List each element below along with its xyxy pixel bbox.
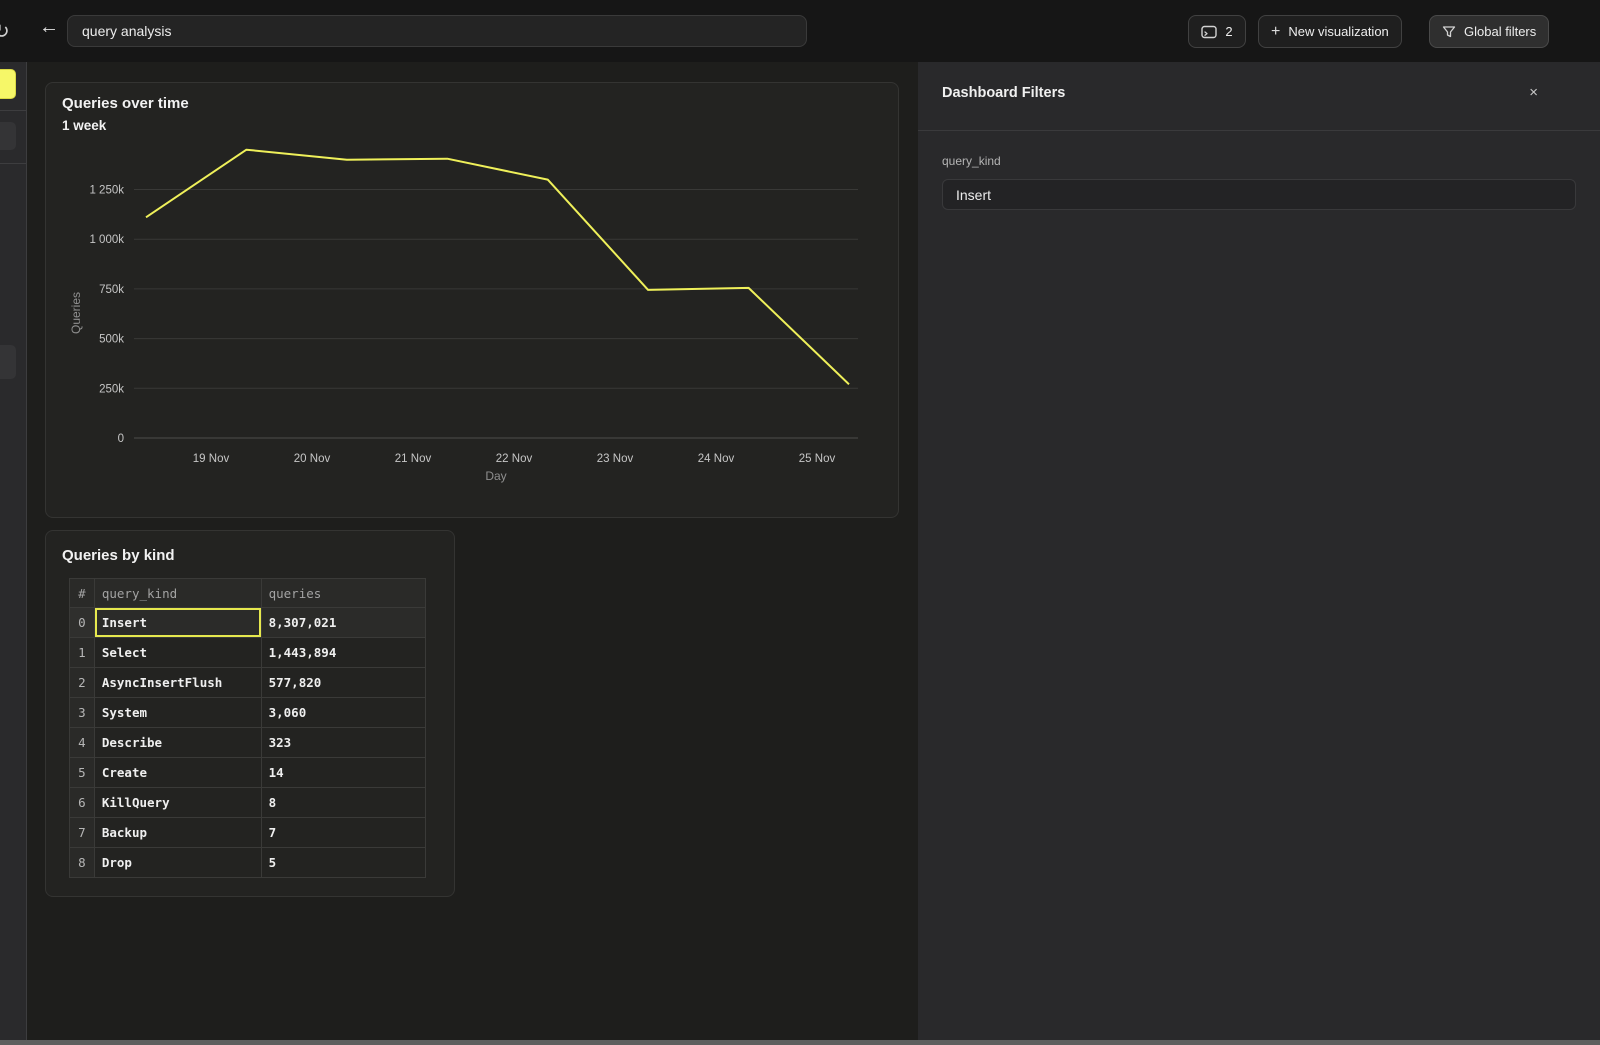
new-visualization-label: New visualization: [1288, 24, 1388, 39]
table-row[interactable]: 1Select1,443,894: [70, 638, 426, 668]
tab-count-label: 2: [1225, 24, 1232, 39]
row-index-cell: 1: [70, 638, 95, 668]
row-index-cell: 0: [70, 608, 95, 638]
dashboard-title-input[interactable]: [67, 15, 807, 47]
chart-title: Queries over time: [62, 95, 189, 112]
table-row[interactable]: 6KillQuery8: [70, 788, 426, 818]
queries-value-cell[interactable]: 1,443,894: [261, 638, 425, 668]
row-index-cell: 4: [70, 728, 95, 758]
y-tick-label: 0: [118, 433, 124, 445]
row-index-cell: 5: [70, 758, 95, 788]
x-tick-label: 24 Nov: [698, 453, 735, 465]
table-title: Queries by kind: [62, 547, 175, 564]
dashboards-sidebar: [0, 62, 27, 1045]
sidebar-divider: [0, 163, 27, 164]
sidebar-item[interactable]: [0, 345, 16, 379]
y-tick-label: 500k: [99, 334, 124, 346]
global-filters-button[interactable]: Global filters: [1429, 15, 1549, 48]
x-tick-label: 19 Nov: [193, 453, 230, 465]
row-index-cell: 6: [70, 788, 95, 818]
row-index-cell: 3: [70, 698, 95, 728]
panel-title: Dashboard Filters: [942, 85, 1065, 101]
x-tick-label: 23 Nov: [597, 453, 634, 465]
new-visualization-button[interactable]: + New visualization: [1258, 15, 1402, 48]
table-row[interactable]: 3System3,060: [70, 698, 426, 728]
sidebar-item-active[interactable]: [0, 69, 16, 99]
table-row[interactable]: 5Create14: [70, 758, 426, 788]
filter-funnel-icon: [1442, 25, 1456, 39]
y-tick-label: 1 250k: [89, 185, 124, 197]
x-tick-label: 25 Nov: [799, 453, 836, 465]
query-kind-cell[interactable]: AsyncInsertFlush: [94, 668, 261, 698]
queries-value-cell[interactable]: 323: [261, 728, 425, 758]
table-body: 0Insert8,307,0211Select1,443,8942AsyncIn…: [70, 608, 426, 878]
chart-subtitle: 1 week: [62, 118, 106, 133]
close-icon[interactable]: ×: [1529, 84, 1538, 101]
console-icon: [1201, 25, 1217, 39]
x-axis-title: Day: [485, 469, 506, 483]
column-header[interactable]: #: [70, 579, 95, 608]
y-tick-label: 250k: [99, 383, 124, 395]
queries-by-kind-card: Queries by kind #query_kindqueries 0Inse…: [45, 530, 455, 897]
queries-value-cell[interactable]: 14: [261, 758, 425, 788]
table-row[interactable]: 2AsyncInsertFlush577,820: [70, 668, 426, 698]
row-index-cell: 8: [70, 848, 95, 878]
queries-value-cell[interactable]: 8: [261, 788, 425, 818]
queries-over-time-chart[interactable]: 0 250k 500k 750k 1 000k 1 250k 19 Nov 20 Nov 21 …: [46, 83, 900, 519]
queries-by-kind-table: #query_kindqueries 0Insert8,307,0211Sele…: [69, 578, 426, 878]
history-icon[interactable]: ↻: [0, 19, 10, 44]
query-kind-cell[interactable]: Create: [94, 758, 261, 788]
global-filters-label: Global filters: [1464, 24, 1536, 39]
queries-value-cell[interactable]: 3,060: [261, 698, 425, 728]
y-axis-title: Queries: [69, 292, 83, 334]
column-header[interactable]: query_kind: [94, 579, 261, 608]
sidebar-divider: [0, 110, 27, 111]
query-kind-filter-input[interactable]: [942, 179, 1576, 210]
query-kind-cell[interactable]: Backup: [94, 818, 261, 848]
bottom-window-edge: [0, 1040, 1600, 1045]
query-tabs-button[interactable]: 2: [1188, 15, 1246, 48]
column-header[interactable]: queries: [261, 579, 425, 608]
y-tick-label: 750k: [99, 284, 124, 296]
table-header-row: #query_kindqueries: [70, 579, 426, 608]
table-row[interactable]: 7Backup7: [70, 818, 426, 848]
query-kind-cell[interactable]: Drop: [94, 848, 261, 878]
queries-value-cell[interactable]: 7: [261, 818, 425, 848]
queries-over-time-card: 0 250k 500k 750k 1 000k 1 250k 19 Nov 20 Nov 21 …: [45, 82, 899, 518]
panel-divider: [918, 130, 1600, 131]
back-arrow-icon[interactable]: ←: [39, 16, 59, 39]
y-tick-label: 1 000k: [89, 234, 124, 246]
dashboard-filters-panel: Dashboard Filters × query_kind: [918, 62, 1600, 1045]
query-kind-cell[interactable]: Insert: [94, 608, 261, 638]
x-tick-label: 22 Nov: [496, 453, 533, 465]
filter-field-label: query_kind: [942, 154, 1001, 168]
queries-value-cell[interactable]: 5: [261, 848, 425, 878]
x-tick-label: 20 Nov: [294, 453, 331, 465]
query-kind-cell[interactable]: Describe: [94, 728, 261, 758]
table-row[interactable]: 4Describe323: [70, 728, 426, 758]
row-index-cell: 7: [70, 818, 95, 848]
sidebar-item[interactable]: [0, 122, 16, 150]
query-kind-cell[interactable]: KillQuery: [94, 788, 261, 818]
plus-icon: +: [1271, 24, 1280, 40]
chart-line[interactable]: [146, 150, 849, 385]
dashboard-canvas: 0250k500k750k1 000k1 250k19 Nov20 Nov21 …: [27, 62, 918, 1045]
query-kind-cell[interactable]: System: [94, 698, 261, 728]
table-row[interactable]: 8Drop5: [70, 848, 426, 878]
queries-value-cell[interactable]: 577,820: [261, 668, 425, 698]
row-index-cell: 2: [70, 668, 95, 698]
x-tick-label: 21 Nov: [395, 453, 432, 465]
query-kind-cell[interactable]: Select: [94, 638, 261, 668]
table-row[interactable]: 0Insert8,307,021: [70, 608, 426, 638]
queries-value-cell[interactable]: 8,307,021: [261, 608, 425, 638]
top-bar: ↻ ← 2 + New visualization Global filters: [0, 0, 1600, 62]
